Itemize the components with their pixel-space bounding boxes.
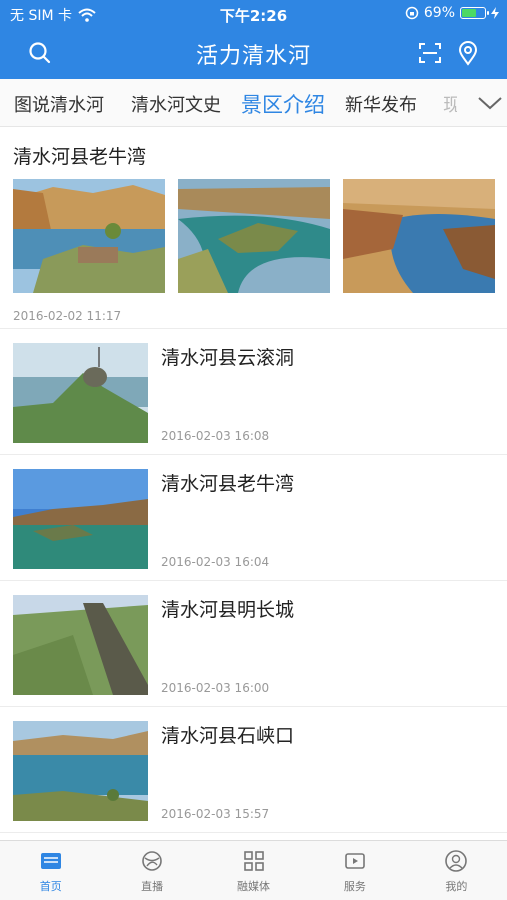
nav-home-label: 首页 <box>39 880 62 893</box>
item-time: 2016-02-03 16:04 <box>161 555 270 569</box>
nav-services[interactable]: 服务 <box>304 841 405 900</box>
item-title: 清水河县明长城 <box>161 599 295 621</box>
status-bar: 无 SIM 卡 下午2:26 69% <box>0 0 507 28</box>
item-thumbnail <box>13 721 148 821</box>
top-bar: 无 SIM 卡 下午2:26 69% 活力清水河 <box>0 0 507 79</box>
scan-icon[interactable] <box>417 40 443 66</box>
nav-live[interactable]: 直播 <box>101 841 202 900</box>
gallery-image-3 <box>343 179 495 293</box>
battery-icon <box>460 7 489 19</box>
tab-history[interactable]: 清水河文史 <box>131 91 221 117</box>
user-icon <box>445 850 468 872</box>
tab-xinhua[interactable]: 新华发布 <box>345 91 417 117</box>
nav-services-label: 服务 <box>343 880 366 893</box>
gallery-title: 清水河县老牛湾 <box>13 146 147 168</box>
list-item[interactable]: 清水河县石峡口 2016-02-03 15:57 <box>0 707 507 833</box>
live-globe-icon <box>142 851 162 871</box>
nav-media[interactable]: 融媒体 <box>203 841 304 900</box>
nav-media-label: 融媒体 <box>237 880 271 893</box>
grid-icon <box>243 851 264 871</box>
battery-fill <box>462 9 477 17</box>
gallery-image-2 <box>178 179 330 293</box>
tab-scenic-intro[interactable]: 景区介绍 <box>241 89 325 119</box>
list-item[interactable]: 清水河县明长城 2016-02-03 16:00 <box>0 581 507 707</box>
item-time: 2016-02-03 16:00 <box>161 681 270 695</box>
item-time: 2016-02-03 15:57 <box>161 807 270 821</box>
article-list[interactable]: 清水河县老牛湾 2016-02-02 11:17 清水河县云滚洞 2016-02… <box>0 128 507 838</box>
divider <box>0 832 507 833</box>
item-title: 清水河县老牛湾 <box>161 473 295 495</box>
nav-home[interactable]: 首页 <box>0 841 101 900</box>
chevron-down-icon <box>478 97 502 110</box>
video-play-icon <box>345 853 365 869</box>
nav-profile-label: 我的 <box>445 880 468 893</box>
item-thumbnail <box>13 595 148 695</box>
gallery-images <box>13 179 495 293</box>
item-title: 清水河县云滚洞 <box>161 347 295 369</box>
list-item[interactable]: 清水河县老牛湾 2016-02-03 16:04 <box>0 455 507 581</box>
battery-percent: 69% <box>423 5 455 21</box>
tab-illustrated[interactable]: 图说清水河 <box>14 91 104 117</box>
status-right: 69% <box>405 5 499 21</box>
tabs-expand-button[interactable] <box>457 79 507 126</box>
charging-icon <box>491 7 499 19</box>
app-header: 活力清水河 <box>0 28 507 79</box>
nav-live-label: 直播 <box>141 880 164 893</box>
bottom-nav: 首页 直播 融媒体 服务 我的 <box>0 840 507 900</box>
location-pin-icon[interactable] <box>455 40 481 66</box>
item-time: 2016-02-03 16:08 <box>161 429 270 443</box>
item-thumbnail <box>13 343 148 443</box>
gallery-image-1 <box>13 179 165 293</box>
item-title: 清水河县石峡口 <box>161 725 295 747</box>
nav-profile[interactable]: 我的 <box>406 841 507 900</box>
gallery-time: 2016-02-02 11:17 <box>13 309 122 323</box>
rotation-lock-icon <box>405 6 419 20</box>
list-item[interactable]: 清水河县云滚洞 2016-02-03 16:08 <box>0 329 507 455</box>
category-tabs: 图说清水河 清水河文史 景区介绍 新华发布 现 <box>0 79 507 127</box>
home-news-icon <box>40 853 61 869</box>
app-screen: 无 SIM 卡 下午2:26 69% 活力清水河 图说清水河 清水河文史 景区介… <box>0 0 507 900</box>
item-thumbnail <box>13 469 148 569</box>
